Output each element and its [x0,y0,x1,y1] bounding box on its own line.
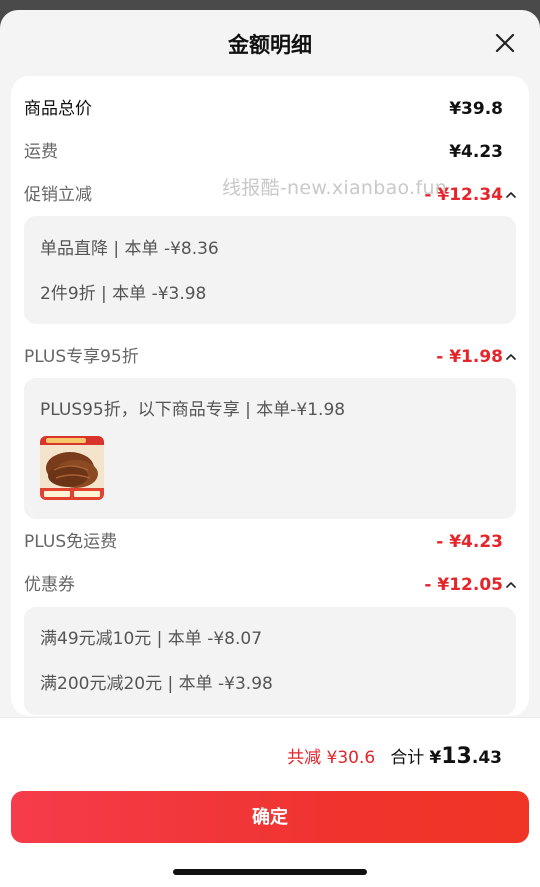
total-saved: 共减 ¥30.6 [287,748,376,768]
close-icon[interactable] [494,32,516,54]
goods-total-label: 商品总价 [24,99,92,119]
confirm-button[interactable]: 确定 [11,791,529,843]
shipping-label: 运费 [24,142,58,162]
detail-card: 商品总价 ¥39.8 运费 ¥4.23 促销立减 - ¥12.34 单品直降 |… [11,76,529,716]
plus-free-shipping-value: - ¥4.23 [436,532,503,552]
chevron-up-icon[interactable] [505,579,517,591]
watermark-text: 线报酷-new.xianbao.fun [222,177,448,199]
checkout-footer: 共减 ¥30.6 合计 ¥13.43 确定 [0,717,540,887]
sheet-title: 金额明细 [228,33,312,57]
total-summary: 共减 ¥30.6 合计 ¥13.43 [287,743,502,769]
coupon-detail-line: 满200元减20元 | 本单 -¥3.98 [40,674,273,694]
total-integer: 13 [441,744,472,769]
sheet-header: 金额明细 [0,10,540,76]
plus-discount-value: - ¥1.98 [436,347,503,367]
total-label: 合计 [390,748,425,768]
coupon-label: 优惠券 [24,575,75,595]
plus-detail-box: PLUS95折，以下商品专享 | 本单-¥1.98 [24,378,516,519]
product-image [40,436,104,500]
total-decimal: .43 [471,748,502,768]
coupon-value: - ¥12.05 [424,575,503,595]
chevron-up-icon[interactable] [505,351,517,363]
plus-discount-row[interactable]: PLUS专享95折 - ¥1.98 [24,345,516,369]
coupon-row[interactable]: 优惠券 - ¥12.05 [24,573,516,597]
promo-detail-line: 单品直降 | 本单 -¥8.36 [40,239,219,259]
plus-discount-label: PLUS专享95折 [24,347,139,367]
promo-detail-line: 2件9折 | 本单 -¥3.98 [40,284,207,304]
goods-total-row: 商品总价 ¥39.8 [24,97,503,121]
total-currency: ¥ [429,748,442,768]
plus-detail-line: PLUS95折，以下商品专享 | 本单-¥1.98 [40,400,346,420]
promo-detail-box: 单品直降 | 本单 -¥8.36 2件9折 | 本单 -¥3.98 [24,216,516,324]
shipping-value: ¥4.23 [449,142,503,162]
product-thumbnail[interactable] [40,436,104,500]
coupon-detail-line: 满49元减10元 | 本单 -¥8.07 [40,629,263,649]
plus-free-shipping-row: PLUS免运费 - ¥4.23 [24,530,503,554]
coupon-detail-box: 满49元减10元 | 本单 -¥8.07 满200元减20元 | 本单 -¥3.… [24,607,516,715]
shipping-row: 运费 ¥4.23 [24,140,503,164]
home-indicator [173,869,367,875]
promo-label: 促销立减 [24,185,92,205]
plus-free-shipping-label: PLUS免运费 [24,532,118,552]
chevron-up-icon[interactable] [505,189,517,201]
goods-total-value: ¥39.8 [449,99,503,119]
